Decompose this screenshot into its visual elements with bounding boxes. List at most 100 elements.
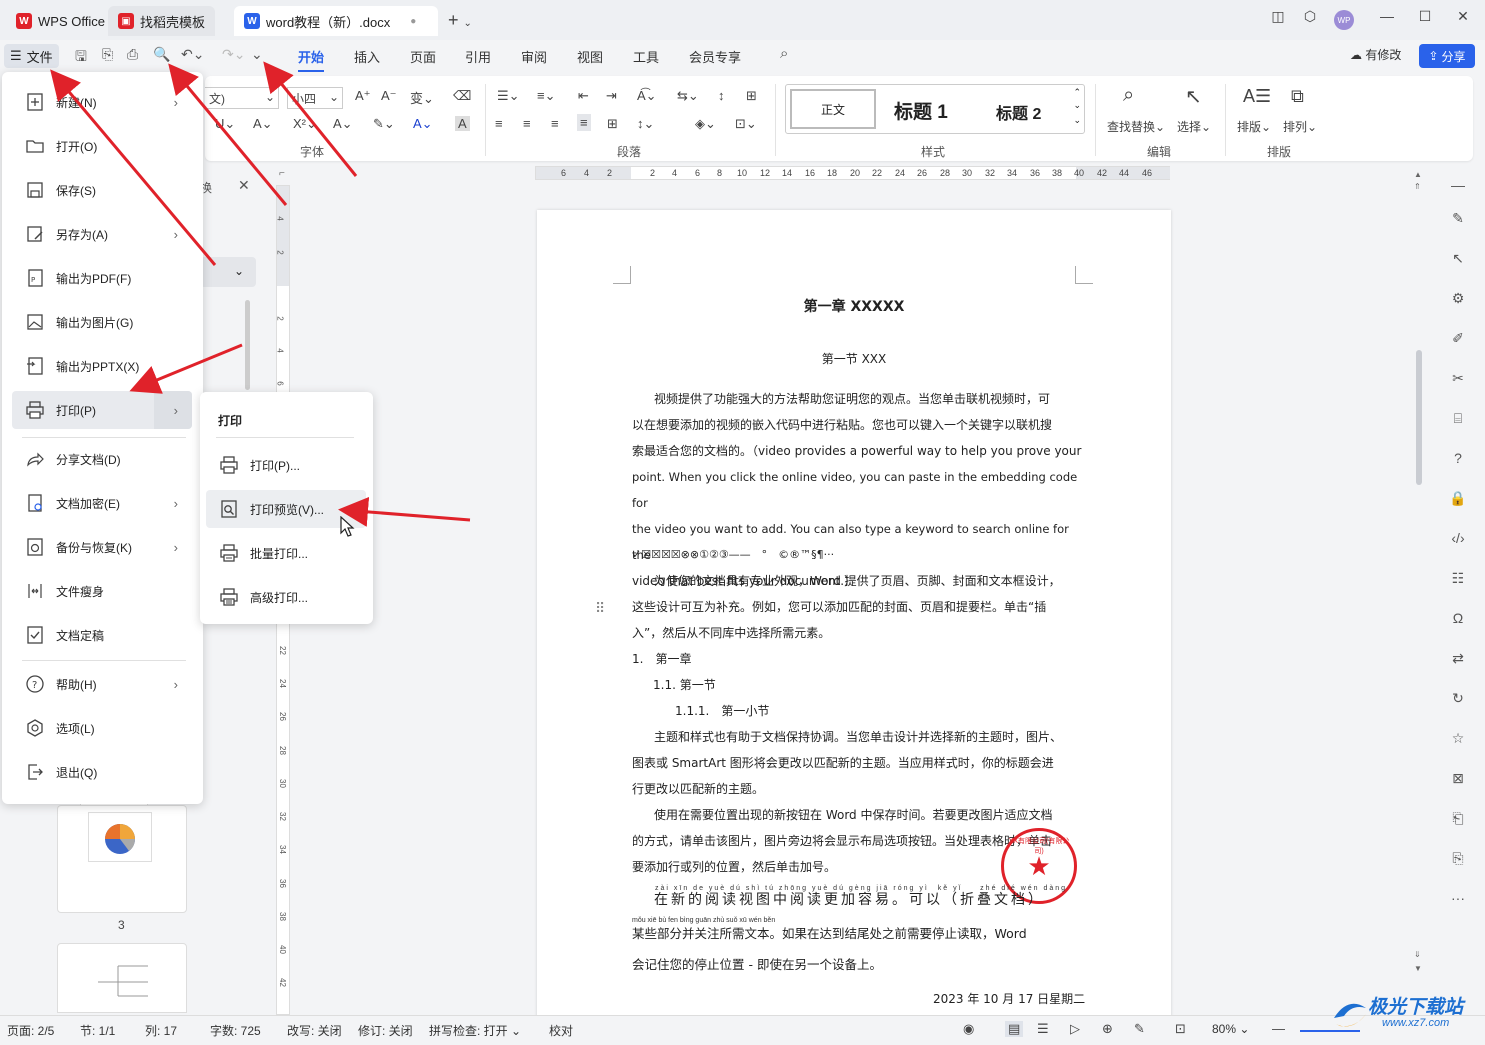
style-heading-2[interactable]: 标题 2	[996, 100, 1041, 124]
scroll-up-icon[interactable]: ▲	[1414, 170, 1422, 179]
menu-item-batch-print[interactable]: 批量打印...	[206, 534, 366, 572]
select-button[interactable]: 选择⌄	[1177, 118, 1211, 135]
panel-scrollbar[interactable]	[245, 300, 250, 390]
underline-icon[interactable]: U⌄	[215, 116, 235, 132]
menu-item-backup[interactable]: 备份与恢复(K) ›	[12, 528, 192, 566]
typeset-icon[interactable]: A☰	[1243, 86, 1271, 107]
tab-tools[interactable]: 工具	[633, 47, 659, 66]
translate-icon[interactable]: ⇄	[1448, 650, 1468, 667]
style-scroll-up-icon[interactable]: ⌃	[1073, 87, 1081, 98]
page-view-icon[interactable]: ▤	[1005, 1021, 1024, 1037]
page-thumbnail-3[interactable]	[57, 805, 187, 913]
shading-icon[interactable]: ◈⌄	[695, 116, 716, 132]
cursor-icon[interactable]: ↖	[1448, 250, 1468, 267]
menu-item-share[interactable]: 分享文档(D)	[12, 440, 192, 478]
arrange-icon[interactable]: ⧉	[1291, 86, 1304, 107]
sort-az-icon[interactable]: ↕	[718, 88, 725, 103]
align-right-icon[interactable]: ≡	[551, 116, 559, 131]
help-icon[interactable]: ?	[1448, 450, 1468, 466]
zoom-select[interactable]: 80% ⌄	[1212, 1022, 1249, 1036]
tools-icon[interactable]: ✂	[1448, 370, 1468, 387]
page-thumbnail-4[interactable]	[57, 943, 187, 1013]
avatar[interactable]: WP	[1334, 10, 1354, 30]
menu-item-finalize[interactable]: 文档定稿	[12, 616, 192, 654]
arrange-button[interactable]: 排列⌄	[1283, 118, 1317, 135]
font-size-select[interactable]: 小四 ⌄	[287, 87, 343, 109]
folder-star-icon[interactable]: ☆	[1448, 730, 1468, 747]
find-icon[interactable]: ⌕	[1123, 84, 1134, 107]
highlight-icon[interactable]: ✎⌄	[373, 116, 395, 132]
search-icon[interactable]: ⌕	[780, 45, 788, 62]
font-shrink-icon[interactable]: A⁻	[381, 88, 397, 104]
file-info-icon[interactable]: ⎘	[1448, 850, 1468, 867]
print-preview-icon[interactable]: 🔍	[153, 46, 170, 63]
code-icon[interactable]: ‹/›	[1448, 530, 1468, 546]
font-name-select[interactable]: 文) ⌄	[205, 87, 279, 109]
menu-item-encrypt[interactable]: 文档加密(E) ›	[12, 484, 192, 522]
select-cursor-icon[interactable]: ↖	[1185, 84, 1202, 109]
menu-item-open[interactable]: 打开(O)	[12, 127, 192, 165]
clear-format-icon[interactable]: ⌫	[453, 88, 471, 104]
justify-icon[interactable]: ≡	[577, 114, 591, 131]
menu-item-export-image[interactable]: 输出为图片(G)	[12, 303, 192, 341]
compress-icon[interactable]: ⊠	[1448, 770, 1468, 787]
sort-icon[interactable]: ⇆⌄	[677, 88, 699, 104]
rewrite-status[interactable]: 改写: 关闭	[287, 1022, 342, 1039]
maximize-icon[interactable]: ☐	[1413, 8, 1437, 25]
zoom-out-icon[interactable]: —	[1272, 1021, 1285, 1036]
indent-icon[interactable]: ⇥	[606, 88, 617, 104]
char-shading-icon[interactable]: A	[455, 116, 470, 131]
proof-status[interactable]: 校对	[549, 1022, 573, 1039]
tab-view[interactable]: 视图	[577, 47, 603, 66]
tab-document[interactable]: W word教程（新）.docx ●	[234, 6, 438, 36]
menu-item-exit[interactable]: 退出(Q)	[12, 753, 192, 791]
menu-item-options[interactable]: 选项(L)	[12, 709, 192, 747]
history-icon[interactable]: ↻	[1448, 690, 1468, 707]
close-icon[interactable]: ✕	[1451, 8, 1475, 25]
omega-icon[interactable]: Ω	[1448, 610, 1468, 626]
text-effect-icon[interactable]: A⌄	[333, 116, 353, 132]
lock-icon[interactable]: 🔒	[1448, 490, 1468, 507]
tab-template[interactable]: ▣ 找稻壳模板	[108, 6, 216, 36]
new-tab-button[interactable]: + ⌄	[448, 10, 472, 31]
drag-handle-icon[interactable]: ⠿	[595, 600, 605, 617]
tab-membership[interactable]: 会员专享	[689, 47, 741, 66]
border-icon[interactable]: ⊡⌄	[735, 116, 757, 132]
write-mode-icon[interactable]: ✎	[1134, 1021, 1145, 1037]
menu-item-advanced-print[interactable]: 高级打印...	[206, 578, 366, 616]
menu-item-print-now[interactable]: 打印(P)...	[206, 446, 366, 484]
revision-status[interactable]: 修订: 关闭	[358, 1022, 413, 1039]
tab-review[interactable]: 审阅	[521, 47, 547, 66]
menu-item-print[interactable]: 打印(P) ›	[12, 391, 192, 429]
ruler-corner-icon[interactable]: ⌐	[279, 168, 285, 179]
more-chevron-icon[interactable]: ⌄	[251, 46, 263, 63]
page-status[interactable]: 页面: 2/5	[7, 1022, 54, 1039]
outline-view-icon[interactable]: ☰	[1037, 1021, 1049, 1037]
export-icon[interactable]: ⎘	[102, 46, 113, 63]
fit-page-icon[interactable]: ⊡	[1175, 1021, 1186, 1037]
scroll-down-icon[interactable]: ▼	[1414, 964, 1422, 973]
number-list-icon[interactable]: ≡⌄	[537, 88, 555, 104]
book-icon[interactable]: ⌸	[1448, 410, 1468, 427]
style-normal[interactable]: 正文	[790, 89, 876, 129]
play-icon[interactable]: ▷	[1070, 1021, 1080, 1037]
show-marks-icon[interactable]: ⊞	[746, 88, 757, 104]
menu-item-save[interactable]: 保存(S)	[12, 171, 192, 209]
tab-wps-office[interactable]: W WPS Office	[6, 6, 115, 36]
web-view-icon[interactable]: ⊕	[1102, 1021, 1113, 1037]
cube-icon[interactable]: ⬡	[1298, 8, 1322, 25]
unsaved-dot-icon[interactable]: ●	[410, 16, 416, 27]
tab-references[interactable]: 引用	[465, 47, 491, 66]
font-grow-icon[interactable]: A⁺	[355, 88, 371, 104]
outline-icon[interactable]: ☷	[1448, 570, 1468, 587]
outdent-icon[interactable]: ⇤	[578, 88, 589, 104]
scroll-thumb[interactable]	[1416, 350, 1422, 485]
line-spacing-icon[interactable]: ↕⌄	[637, 116, 654, 132]
tab-insert[interactable]: 插入	[354, 47, 380, 66]
typeset-button[interactable]: 排版⌄	[1237, 118, 1271, 135]
menu-item-export-pptx[interactable]: 输出为PPTX(X)	[12, 347, 192, 385]
undo-icon[interactable]: ↶⌄	[181, 46, 204, 63]
font-color-icon[interactable]: A⌄	[413, 116, 433, 132]
strikethrough-icon[interactable]: A⌄	[253, 116, 273, 132]
document-scrollbar[interactable]: ▲ ⇑ ⇓ ▼	[1414, 170, 1424, 1015]
